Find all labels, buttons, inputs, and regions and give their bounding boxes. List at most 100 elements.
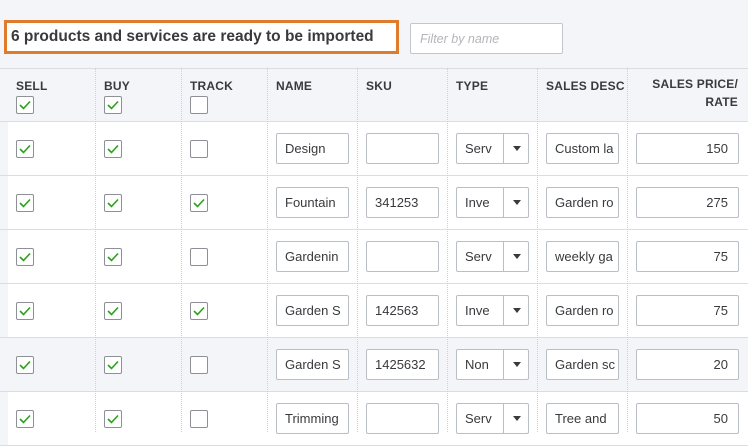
sales-desc-field[interactable]: Custom la [546,133,619,164]
sales-desc-field[interactable]: Garden ro [546,295,619,326]
type-select[interactable]: Inve [456,295,529,326]
column-header-sales-price-line1: SALES PRICE/ [652,77,738,91]
column-divider [267,68,268,432]
type-select-value: Inve [465,195,490,210]
sales-desc-field[interactable]: Tree and [546,403,619,434]
column-divider [447,68,448,432]
buy-checkbox[interactable] [104,410,122,428]
column-header-sku: SKU [366,79,392,93]
sku-field[interactable] [366,403,439,434]
type-select[interactable]: Non [456,349,529,380]
ready-to-import-banner: 6 products and services are ready to be … [4,20,399,54]
select-divider [503,242,504,271]
sell-checkbox[interactable] [16,302,34,320]
row-left-gutter [0,338,8,391]
caret-down-icon[interactable] [513,308,521,313]
column-divider [537,68,538,432]
name-field[interactable]: Garden S [276,295,349,326]
sales-desc-field[interactable]: Garden sc [546,349,619,380]
caret-down-icon[interactable] [513,146,521,151]
buy-checkbox[interactable] [104,356,122,374]
track-checkbox[interactable] [190,356,208,374]
column-header-name: NAME [276,79,313,93]
sales-desc-field[interactable]: weekly ga [546,241,619,272]
track-checkbox[interactable] [190,302,208,320]
sku-field[interactable]: 1425632 [366,349,439,380]
sales-price-field[interactable]: 20 [636,349,739,380]
table-row: Gardenin Serv weekly ga 75 [0,230,748,284]
row-left-gutter [0,230,8,283]
sku-field[interactable] [366,133,439,164]
sku-field[interactable] [366,241,439,272]
type-select-value: Serv [465,249,492,264]
column-divider [181,68,182,432]
caret-down-icon[interactable] [513,254,521,259]
sales-price-field[interactable]: 75 [636,241,739,272]
column-divider [627,68,628,432]
buy-checkbox[interactable] [104,194,122,212]
table-header: SELL BUY TRACK NAME SKU TYPE SALES DESC … [0,68,748,122]
sell-checkbox[interactable] [16,410,34,428]
buy-checkbox[interactable] [104,248,122,266]
track-checkbox[interactable] [190,194,208,212]
type-select-value: Serv [465,141,492,156]
name-field[interactable]: Design [276,133,349,164]
sell-checkbox[interactable] [16,140,34,158]
sales-price-field[interactable]: 150 [636,133,739,164]
sales-price-field[interactable]: 50 [636,403,739,434]
caret-down-icon[interactable] [513,200,521,205]
sell-checkbox[interactable] [16,248,34,266]
track-checkbox[interactable] [190,410,208,428]
sales-price-field[interactable]: 275 [636,187,739,218]
row-left-gutter [0,284,8,337]
table-row: Design Serv Custom la 150 [0,122,748,176]
caret-down-icon[interactable] [513,416,521,421]
sku-field[interactable]: 341253 [366,187,439,218]
name-field[interactable]: Fountain [276,187,349,218]
filter-by-name-input[interactable] [410,23,563,54]
type-select[interactable]: Serv [456,403,529,434]
sell-checkbox[interactable] [16,356,34,374]
buy-checkbox[interactable] [104,302,122,320]
sell-checkbox[interactable] [16,194,34,212]
type-select[interactable]: Inve [456,187,529,218]
header-buy-checkbox[interactable] [104,96,122,114]
sku-field[interactable]: 142563 [366,295,439,326]
column-divider [357,68,358,432]
track-checkbox[interactable] [190,140,208,158]
caret-down-icon[interactable] [513,362,521,367]
column-divider [95,68,96,432]
name-field[interactable]: Garden S [276,349,349,380]
row-left-gutter [0,176,8,229]
type-select[interactable]: Serv [456,241,529,272]
products-import-table: SELL BUY TRACK NAME SKU TYPE SALES DESC … [0,68,748,446]
import-toolbar: 6 products and services are ready to be … [0,0,748,68]
header-track-checkbox[interactable] [190,96,208,114]
table-row: Garden S 142563 Inve Garden ro 75 [0,284,748,338]
sales-desc-field[interactable]: Garden ro [546,187,619,218]
type-select[interactable]: Serv [456,133,529,164]
type-select-value: Non [465,357,489,372]
name-field[interactable]: Gardenin [276,241,349,272]
select-divider [503,296,504,325]
column-header-sales-price: SALES PRICE/ RATE [630,69,748,121]
column-header-sales-desc: SALES DESC [546,79,625,93]
row-left-gutter [0,122,8,175]
header-sell-checkbox[interactable] [16,96,34,114]
table-row: Garden S 1425632 Non Garden sc 20 [0,338,748,392]
column-header-type: TYPE [456,79,489,93]
table-row: Fountain 341253 Inve Garden ro 275 [0,176,748,230]
type-select-value: Inve [465,303,490,318]
select-divider [503,134,504,163]
type-select-value: Serv [465,411,492,426]
select-divider [503,350,504,379]
ready-to-import-text: 6 products and services are ready to be … [11,28,374,45]
select-divider [503,188,504,217]
column-header-sales-price-line2: RATE [705,95,738,109]
track-checkbox[interactable] [190,248,208,266]
buy-checkbox[interactable] [104,140,122,158]
row-left-gutter [0,392,8,445]
table-row: Trimming Serv Tree and 50 [0,392,748,446]
sales-price-field[interactable]: 75 [636,295,739,326]
name-field[interactable]: Trimming [276,403,349,434]
